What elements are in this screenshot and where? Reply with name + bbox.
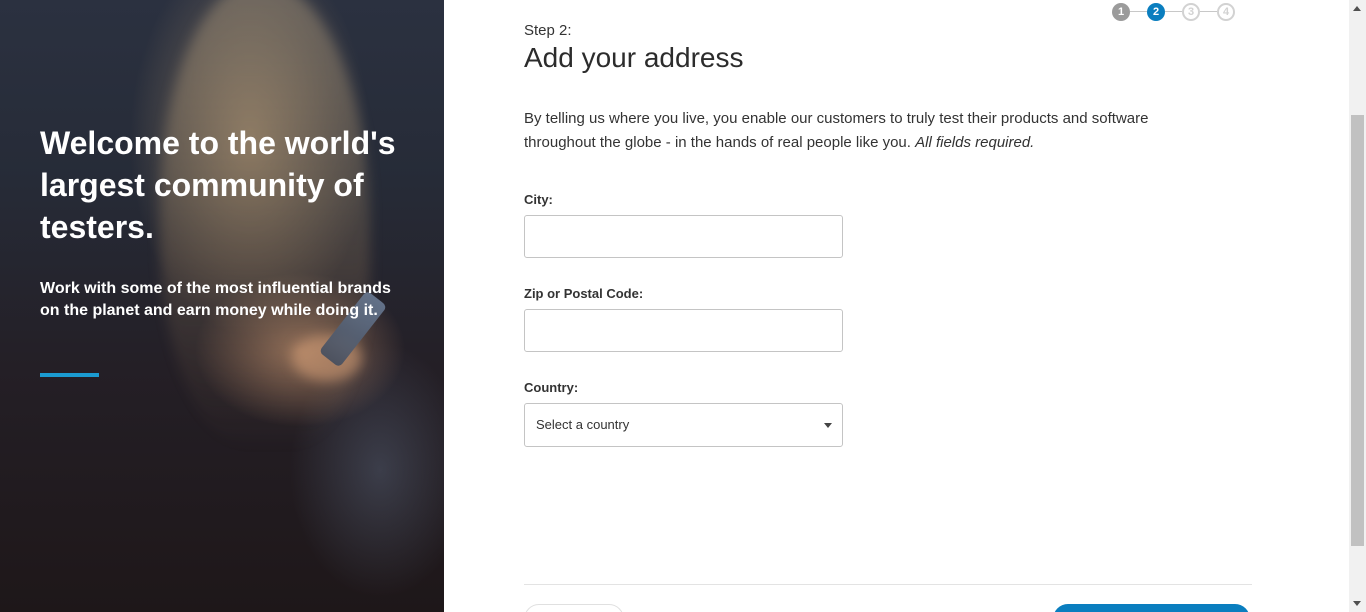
scroll-down-arrow-icon[interactable] [1353,601,1361,606]
step-connector [1130,11,1147,12]
city-input[interactable] [524,215,843,258]
city-label: City: [524,192,553,207]
step-label: Step 2: [524,22,572,39]
zip-input[interactable] [524,309,843,352]
country-label: Country: [524,380,579,395]
chevron-down-icon [824,423,832,428]
step-1-indicator: 1 [1112,3,1130,21]
intro-text: By telling us where you live, you enable… [524,107,1214,155]
hero-panel: Welcome to the world's largest community… [0,0,444,612]
scroll-up-arrow-icon[interactable] [1353,6,1361,11]
footer-divider [524,584,1252,585]
hero-subtitle: Work with some of the most influential b… [40,280,391,319]
country-select-value: Select a country [536,417,630,432]
step-3-indicator: 3 [1182,3,1200,21]
intro-body: By telling us where you live, you enable… [524,110,1149,151]
step-connector [1200,11,1217,12]
scrollbar-thumb[interactable] [1351,115,1364,546]
country-select[interactable]: Select a country [524,403,843,447]
next-button[interactable] [1053,604,1250,612]
hero-accent-bar [40,373,99,377]
zip-label: Zip or Postal Code: [524,286,644,301]
hero-title: Welcome to the world's largest community… [40,125,396,245]
step-2-indicator: 2 [1147,3,1165,21]
required-note: All fields required. [915,134,1035,151]
progress-steps: 1 2 3 4 [1112,3,1238,21]
step-4-indicator: 4 [1217,3,1235,21]
step-connector [1165,11,1182,12]
back-button[interactable] [524,604,624,612]
scrollbar[interactable] [1349,0,1366,612]
page-title: Add your address [524,42,744,73]
